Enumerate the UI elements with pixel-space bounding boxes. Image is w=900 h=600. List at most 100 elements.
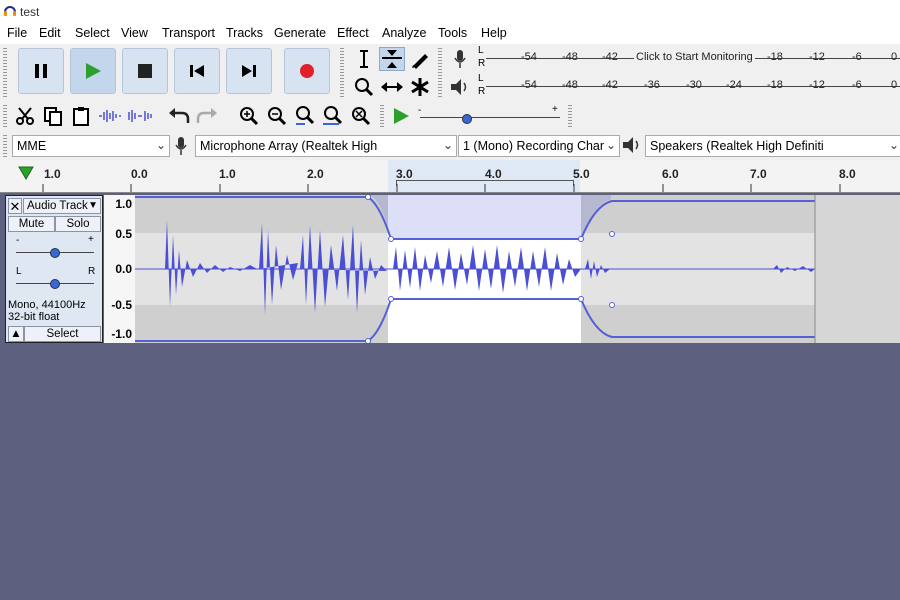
menu-file[interactable]: File xyxy=(7,26,27,40)
silence-waveform-icon xyxy=(128,110,152,122)
zoom-toggle-button[interactable] xyxy=(348,104,374,128)
play-button[interactable] xyxy=(70,48,116,94)
menu-effect[interactable]: Effect xyxy=(337,26,369,40)
speaker-icon xyxy=(622,136,642,157)
record-meter[interactable]: -54 -48 -42 Click to Start Monitoring -1… xyxy=(486,46,900,72)
menu-help[interactable]: Help xyxy=(481,26,507,40)
playback-speed-track xyxy=(420,117,560,118)
trim-audio-button[interactable] xyxy=(96,104,124,128)
playback-device-select[interactable]: Speakers (Realtek High Definiti ⌄ xyxy=(645,135,900,157)
toolbar-grip[interactable] xyxy=(3,105,7,129)
toolbar-grip[interactable] xyxy=(568,105,572,129)
playback-speed-slider[interactable] xyxy=(462,114,472,124)
track-rate-info: Mono, 44100Hz xyxy=(8,299,86,311)
ruler-label: 6.0 xyxy=(662,167,679,181)
start-monitoring-label[interactable]: Click to Start Monitoring xyxy=(634,51,755,63)
amplitude-label: -1.0 xyxy=(111,327,132,341)
stop-button[interactable] xyxy=(122,48,168,94)
selection-tool-button[interactable] xyxy=(351,47,377,71)
chevron-down-icon: ⌄ xyxy=(442,138,453,152)
record-icon xyxy=(300,64,314,78)
amplitude-scale[interactable]: 1.0 0.5 0.0 -0.5 -1.0 xyxy=(104,195,136,343)
playback-meter-button[interactable] xyxy=(447,75,473,99)
time-shift-tool-button[interactable] xyxy=(379,75,405,99)
solo-button[interactable]: Solo xyxy=(55,216,101,232)
play-icon xyxy=(86,63,101,79)
toolbar-grip[interactable] xyxy=(438,48,442,98)
pause-button[interactable] xyxy=(18,48,64,94)
paste-button[interactable] xyxy=(68,104,94,128)
chevron-down-icon: ⌄ xyxy=(888,138,899,152)
zoom-out-button[interactable] xyxy=(264,104,290,128)
gain-min-label: - xyxy=(16,235,20,246)
play-at-speed-button[interactable] xyxy=(388,104,414,128)
envelope-icon xyxy=(382,50,402,68)
stop-icon xyxy=(138,64,152,78)
select-track-button[interactable]: Select xyxy=(24,326,101,342)
zoom-in-icon xyxy=(240,107,259,126)
gain-slider[interactable] xyxy=(50,248,60,258)
toolbar-grip[interactable] xyxy=(3,48,7,98)
zoom-fit-icon xyxy=(323,106,343,125)
play-meter-right-label: R xyxy=(478,86,486,97)
audio-host-select[interactable]: MME ⌄ xyxy=(12,135,170,157)
toolbar-grip[interactable] xyxy=(340,48,344,98)
skip-to-end-button[interactable] xyxy=(226,48,272,94)
mute-button[interactable]: Mute xyxy=(8,216,55,232)
menu-tracks[interactable]: Tracks xyxy=(226,26,263,40)
undo-icon xyxy=(169,108,190,123)
collapse-track-button[interactable]: ▲ xyxy=(8,326,24,342)
double-arrow-icon xyxy=(381,82,403,92)
zoom-tool-button[interactable] xyxy=(351,75,377,99)
ruler-label: 1.0 xyxy=(219,167,236,181)
window-title: test xyxy=(20,5,40,19)
recording-channels-select[interactable]: 1 (Mono) Recording Char ⌄ xyxy=(458,135,620,157)
zoom-selection-icon xyxy=(296,106,315,125)
record-meter-button[interactable] xyxy=(447,47,473,71)
silence-audio-button[interactable] xyxy=(126,104,154,128)
playback-meter[interactable]: -54 -48 -42 -36 -30 -24 -18 -12 -6 0 xyxy=(486,74,900,100)
pan-slider[interactable] xyxy=(50,279,60,289)
menu-view[interactable]: View xyxy=(121,26,148,40)
menu-transport[interactable]: Transport xyxy=(162,26,215,40)
zoom-toggle-icon xyxy=(352,107,371,126)
play-meter-tick: -30 xyxy=(686,79,702,91)
track-control-panel[interactable]: ✕ Audio Track ▼ Mute Solo - + L R Mono, … xyxy=(5,195,103,343)
draw-tool-button[interactable] xyxy=(407,47,433,71)
ruler-label: 3.0 xyxy=(396,167,413,181)
undo-button[interactable] xyxy=(166,104,192,128)
redo-button[interactable] xyxy=(194,104,220,128)
chevron-down-icon: ⌄ xyxy=(155,138,166,152)
gain-max-label: + xyxy=(88,234,94,245)
skip-to-start-button[interactable] xyxy=(174,48,220,94)
multi-tool-button[interactable] xyxy=(407,75,433,99)
menu-generate[interactable]: Generate xyxy=(274,26,326,40)
record-meter-tick: -6 xyxy=(852,51,862,63)
menu-edit[interactable]: Edit xyxy=(39,26,61,40)
record-meter-tick: -48 xyxy=(562,51,578,63)
recording-device-select[interactable]: Microphone Array (Realtek High ⌄ xyxy=(195,135,457,157)
play-meter-tick: -24 xyxy=(726,79,742,91)
timeline-options-icon[interactable] xyxy=(18,166,34,180)
close-track-button[interactable]: ✕ xyxy=(8,198,22,214)
speed-max-label: + xyxy=(552,104,558,115)
play-meter-tick: -36 xyxy=(644,79,660,91)
envelope-tool-button[interactable] xyxy=(379,47,405,71)
menu-select[interactable]: Select xyxy=(75,26,110,40)
copy-button[interactable] xyxy=(40,104,66,128)
fit-selection-button[interactable] xyxy=(292,104,318,128)
fit-project-button[interactable] xyxy=(320,104,346,128)
record-button[interactable] xyxy=(284,48,330,94)
timeline-ruler[interactable]: 1.0 0.0 1.0 2.0 3.0 4.0 5.0 6.0 7.0 8.0 xyxy=(0,160,900,193)
toolbar-grip[interactable] xyxy=(3,135,7,157)
record-meter-tick: -18 xyxy=(767,51,783,63)
waveform-view[interactable] xyxy=(135,195,900,343)
menu-tools[interactable]: Tools xyxy=(438,26,467,40)
cut-button[interactable] xyxy=(12,104,38,128)
toolbar-grip[interactable] xyxy=(380,105,384,129)
close-icon: ✕ xyxy=(9,199,21,214)
play-meter-tick: -6 xyxy=(852,79,862,91)
zoom-in-button[interactable] xyxy=(236,104,262,128)
track-menu-button[interactable]: Audio Track ▼ xyxy=(23,198,101,214)
menu-analyze[interactable]: Analyze xyxy=(382,26,426,40)
